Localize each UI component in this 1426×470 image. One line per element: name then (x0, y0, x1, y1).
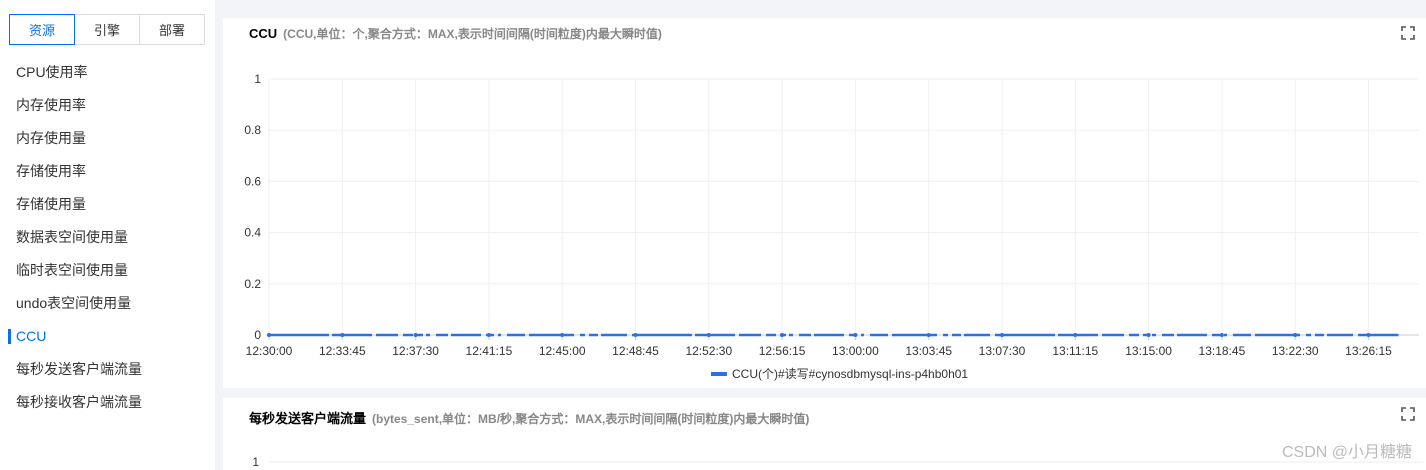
tab-resources[interactable]: 资源 (9, 14, 75, 45)
x-tick-label: 13:18:45 (1199, 344, 1246, 358)
main-area: CCU (CCU,单位：个,聚合方式：MAX,表示时间间隔(时间粒度)内最大瞬时值… (215, 0, 1426, 470)
ccu-data-point (1219, 333, 1224, 337)
ccu-data-point (1293, 333, 1298, 337)
y-tick-label: 0.8 (244, 123, 261, 137)
ccu-data-point (486, 333, 491, 337)
x-tick-label: 12:56:15 (759, 344, 806, 358)
menu-item-memory-usage-rate[interactable]: 内存使用率 (0, 89, 215, 122)
ccu-data-point (633, 333, 638, 337)
x-tick-label: 12:48:45 (612, 344, 659, 358)
tab-deploy[interactable]: 部署 (139, 14, 205, 45)
x-tick-label: 12:30:00 (246, 344, 293, 358)
x-tick-label: 13:03:45 (905, 344, 952, 358)
ccu-data-point (1073, 333, 1078, 337)
ccu-data-point (1000, 333, 1004, 337)
x-tick-label: 12:45:00 (539, 344, 586, 358)
menu-item-storage-usage[interactable]: 存储使用量 (0, 188, 215, 221)
ccu-data-point (780, 333, 785, 337)
ccu-data-point (560, 333, 565, 337)
y-tick-label: 1 (254, 72, 261, 86)
x-tick-label: 13:15:00 (1125, 344, 1172, 358)
y-tick-label: 0.4 (244, 226, 261, 240)
menu-item-table-space-usage[interactable]: 数据表空间使用量 (0, 221, 215, 254)
ccu-chart-legend[interactable]: CCU(个)#读写#cynosdbmysql-ins-p4hb0h01 (711, 365, 968, 382)
ccu-data-point (1146, 333, 1151, 337)
y-tick-label: 0.2 (244, 277, 261, 291)
x-tick-label: 13:22:30 (1272, 344, 1319, 358)
menu-item-undo-space-usage[interactable]: undo表空间使用量 (0, 287, 215, 320)
bytes-sent-chart: 1 (252, 455, 1423, 469)
sidebar-tabs: 资源 引擎 部署 (9, 14, 205, 45)
x-tick-label: 12:41:15 (466, 344, 513, 358)
menu-item-memory-usage[interactable]: 内存使用量 (0, 122, 215, 155)
ccu-data-point (926, 333, 931, 337)
legend-label: CCU(个)#读写#cynosdbmysql-ins-p4hb0h01 (732, 367, 969, 381)
y-tick-label: 0.6 (244, 174, 261, 188)
menu-item-storage-usage-rate[interactable]: 存储使用率 (0, 155, 215, 188)
x-tick-label: 13:00:00 (832, 344, 879, 358)
sidebar: 资源 引擎 部署 CPU使用率 内存使用率 内存使用量 存储使用率 存储使用量 … (0, 0, 215, 470)
ccu-data-point (1366, 333, 1371, 337)
ccu-chart: 1 0.8 0.6 0.4 0.2 0 12:30:00 12:33:45 12:37:30 12… (244, 72, 1419, 358)
tab-engine[interactable]: 引擎 (74, 14, 140, 45)
x-tick-label: 12:52:30 (685, 344, 732, 358)
y-tick-label: 0 (254, 328, 261, 342)
menu-item-ccu[interactable]: CCU (0, 320, 215, 353)
y-tick-label: 1 (252, 455, 259, 469)
ccu-data-point (706, 333, 711, 337)
metric-menu: CPU使用率 内存使用率 内存使用量 存储使用率 存储使用量 数据表空间使用量 … (0, 56, 215, 419)
x-tick-label: 13:11:15 (1052, 344, 1098, 358)
legend-swatch (711, 371, 727, 376)
menu-item-bytes-sent[interactable]: 每秒发送客户端流量 (0, 353, 215, 386)
ccu-data-point (413, 333, 418, 337)
ccu-data-point (340, 333, 345, 337)
ccu-chart-panel: CCU (CCU,单位：个,聚合方式：MAX,表示时间间隔(时间粒度)内最大瞬时值… (223, 18, 1426, 388)
x-tick-label: 13:26:15 (1345, 344, 1392, 358)
menu-item-temp-space-usage[interactable]: 临时表空间使用量 (0, 254, 215, 287)
x-tick-label: 13:07:30 (979, 344, 1026, 358)
x-tick-label: 12:37:30 (392, 344, 439, 358)
x-tick-label: 12:33:45 (319, 344, 366, 358)
ccu-data-point (853, 333, 858, 337)
menu-item-cpu-usage[interactable]: CPU使用率 (0, 56, 215, 89)
watermark: CSDN @小月糖糖 (1281, 444, 1412, 461)
menu-item-bytes-received[interactable]: 每秒接收客户端流量 (0, 386, 215, 419)
ccu-data-point (267, 333, 271, 337)
bytes-sent-chart-panel: 每秒发送客户端流量 (bytes_sent,单位：MB/秒,聚合方式：MAX,表示… (223, 398, 1426, 470)
